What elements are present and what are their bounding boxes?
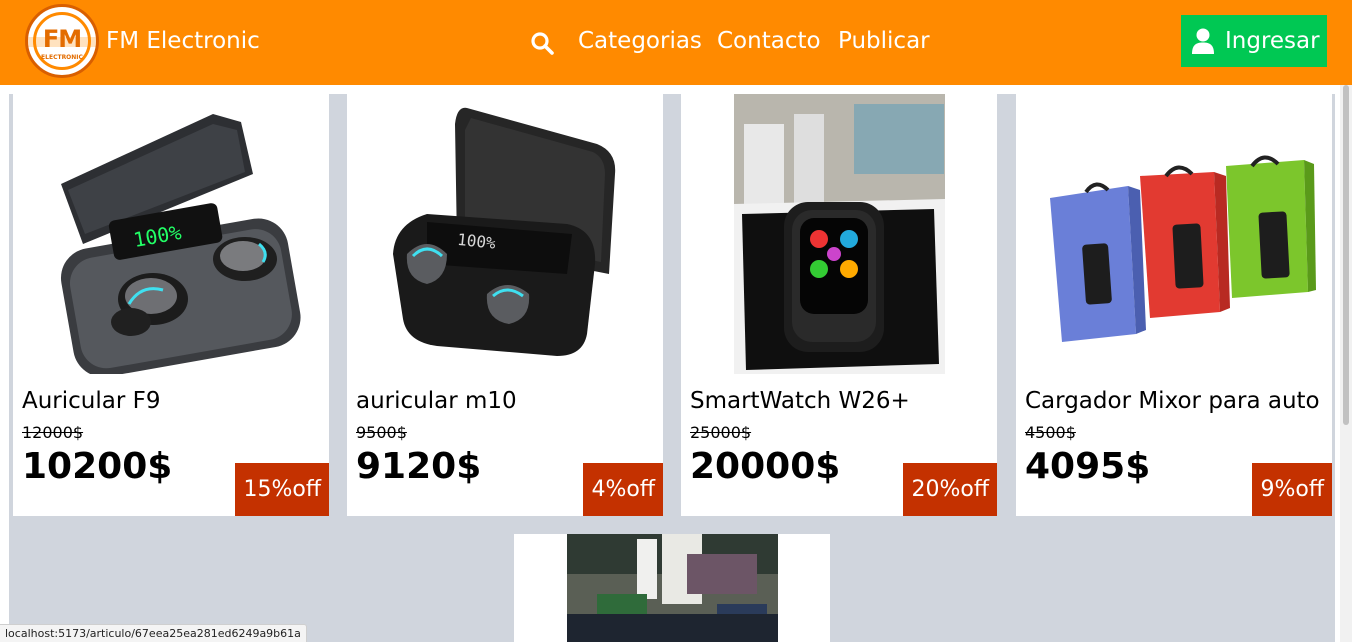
link-preview-statusbar: localhost:5173/articulo/67eea25ea281ed62… [0, 624, 307, 642]
product-price: 9120$ [356, 446, 482, 487]
logo-mark: FM [42, 25, 82, 53]
discount-badge: 4%off [583, 463, 663, 516]
discount-badge: 15%off [235, 463, 329, 516]
page-scrollbar[interactable] [1340, 85, 1352, 642]
product-old-price: 4500$ [1025, 423, 1076, 442]
user-icon [1192, 28, 1214, 54]
product-image-auricular-m10: 100% [347, 94, 663, 374]
product-title: Cargador Mixor para auto [1025, 388, 1320, 414]
fm-electronic-logo[interactable]: FM ELECTRONIC [25, 4, 99, 78]
product-title: Auricular F9 [22, 388, 161, 414]
search-icon[interactable] [530, 31, 554, 55]
logo-subtext: ELECTRONIC [41, 54, 83, 61]
login-button[interactable]: Ingresar [1181, 15, 1327, 67]
product-image-partial [567, 534, 778, 642]
product-card[interactable]: 100% auricular m10 9500$ 9120$ 4%off [347, 94, 663, 516]
product-image-smartwatch-w26 [734, 94, 945, 374]
product-title: auricular m10 [356, 388, 517, 414]
product-price: 10200$ [22, 446, 173, 487]
nav-categorias-link[interactable]: Categorias [578, 28, 702, 54]
product-image-auricular-f9: 100% [13, 94, 329, 374]
login-label: Ingresar [1225, 28, 1320, 54]
discount-badge: 20%off [903, 463, 997, 516]
product-price: 20000$ [690, 446, 841, 487]
discount-badge: 9%off [1252, 463, 1332, 516]
product-title: SmartWatch W26+ [690, 388, 910, 414]
product-card[interactable]: 100% Auricular F9 12000$ 10200$ 15%off [13, 94, 329, 516]
product-image-cargador-mixor [1016, 94, 1332, 374]
product-old-price: 12000$ [22, 423, 84, 442]
product-old-price: 9500$ [356, 423, 407, 442]
brand-name[interactable]: FM Electronic [106, 28, 260, 54]
product-card[interactable]: Cargador Mixor para auto 4500$ 4095$ 9%o… [1016, 94, 1332, 516]
top-navbar: FM ELECTRONIC FM Electronic Categorias C… [0, 0, 1352, 85]
product-old-price: 25000$ [690, 423, 752, 442]
product-price: 4095$ [1025, 446, 1151, 487]
product-card[interactable] [514, 534, 830, 642]
nav-contacto-link[interactable]: Contacto [717, 28, 821, 54]
product-card[interactable]: SmartWatch W26+ 25000$ 20000$ 20%off [681, 94, 997, 516]
nav-publicar-link[interactable]: Publicar [838, 28, 930, 54]
svg-text:100%: 100% [456, 230, 497, 253]
